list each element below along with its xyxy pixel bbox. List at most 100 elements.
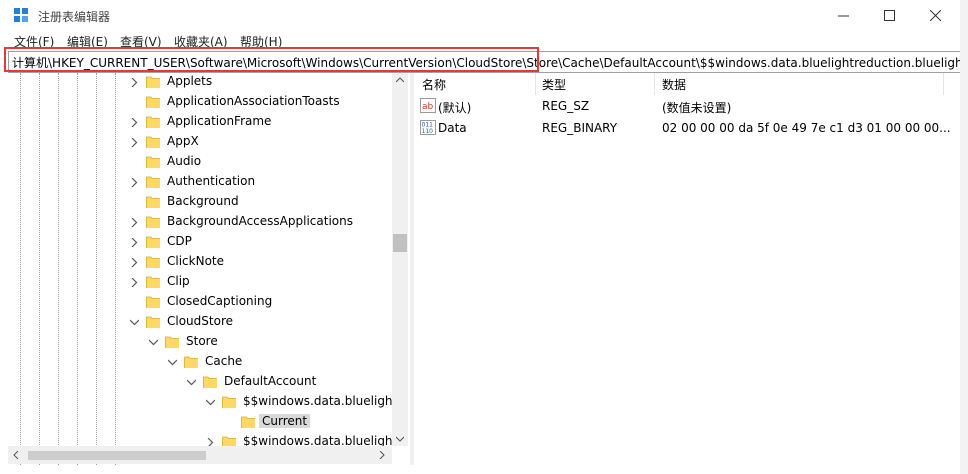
string-value-icon: ab bbox=[420, 98, 436, 113]
tree-item[interactable]: Cache bbox=[8, 352, 393, 372]
tree-item-label: Authentication bbox=[167, 174, 256, 188]
tree-item-label: Store bbox=[186, 334, 218, 348]
title-bar: 注册表编辑器 bbox=[0, 0, 960, 30]
value-data: 02 00 00 00 da 5f 0e 49 7e c1 d3 01 00 0… bbox=[662, 121, 951, 135]
svg-text:110: 110 bbox=[422, 128, 434, 135]
column-divider[interactable] bbox=[943, 73, 944, 95]
tree-horizontal-scroll-thumb[interactable] bbox=[28, 451, 206, 460]
scroll-up-icon[interactable] bbox=[396, 77, 404, 83]
tree-item[interactable]: ClosedCaptioning bbox=[8, 292, 393, 312]
column-header-data[interactable]: 数据 bbox=[662, 76, 686, 98]
tree-item-label: AppX bbox=[167, 134, 199, 148]
svg-text:ab: ab bbox=[422, 102, 434, 112]
column-header-name[interactable]: 名称 bbox=[422, 76, 446, 98]
tree-item-label: CDP bbox=[167, 234, 192, 248]
tree-item-label: Cache bbox=[205, 354, 243, 368]
tree-item[interactable]: Current bbox=[8, 412, 393, 432]
tree-item[interactable]: Store bbox=[8, 332, 393, 352]
folder-icon bbox=[146, 196, 160, 208]
tree-item[interactable]: ClickNote bbox=[8, 252, 393, 272]
folder-icon bbox=[146, 256, 160, 268]
column-divider[interactable] bbox=[535, 73, 536, 95]
folder-icon bbox=[146, 296, 160, 308]
chevron-down-icon[interactable] bbox=[206, 398, 215, 407]
value-name: Data bbox=[438, 121, 467, 135]
chevron-right-icon[interactable] bbox=[130, 78, 139, 87]
folder-open-icon bbox=[146, 316, 160, 328]
tree-item-label: Audio bbox=[167, 154, 202, 168]
scroll-down-icon[interactable] bbox=[396, 436, 404, 442]
highlight-annotation bbox=[4, 47, 539, 72]
tree-item-label: ApplicationFrame bbox=[167, 114, 272, 128]
chevron-right-icon[interactable] bbox=[130, 218, 139, 227]
tree-item-label: ApplicationAssociationToasts bbox=[167, 94, 340, 108]
folder-icon bbox=[146, 96, 160, 108]
binary-value-icon: 011 110 bbox=[420, 120, 436, 135]
folder-icon bbox=[146, 76, 160, 88]
tree-item[interactable]: Authentication bbox=[8, 172, 393, 192]
tree-item[interactable]: ApplicationAssociationToasts bbox=[8, 92, 393, 112]
chevron-right-icon[interactable] bbox=[130, 238, 139, 247]
folder-icon bbox=[241, 416, 255, 428]
minimize-icon bbox=[837, 15, 849, 16]
maximize-button[interactable] bbox=[866, 0, 912, 30]
folder-open-icon bbox=[222, 396, 236, 408]
close-button[interactable] bbox=[912, 0, 958, 30]
tree-item[interactable]: DefaultAccount bbox=[8, 372, 393, 392]
chevron-down-icon[interactable] bbox=[130, 318, 139, 327]
tree-item[interactable]: Audio bbox=[8, 152, 393, 172]
value-type: REG_BINARY bbox=[542, 121, 618, 135]
folder-open-icon bbox=[184, 356, 198, 368]
scroll-right-icon[interactable] bbox=[379, 451, 385, 459]
tree-item-label: Clip bbox=[167, 274, 190, 288]
tree-item[interactable]: Applets bbox=[8, 73, 393, 92]
chevron-right-icon[interactable] bbox=[130, 178, 139, 187]
folder-icon bbox=[146, 276, 160, 288]
window-title: 注册表编辑器 bbox=[38, 10, 111, 24]
tree-vertical-scroll-thumb[interactable] bbox=[393, 234, 407, 252]
tree-item[interactable]: BackgroundAccessApplications bbox=[8, 212, 393, 232]
chevron-down-icon[interactable] bbox=[149, 338, 158, 347]
folder-open-icon bbox=[165, 336, 179, 348]
tree-item[interactable]: CloudStore bbox=[8, 312, 393, 332]
folder-icon bbox=[146, 236, 160, 248]
folder-open-icon bbox=[203, 376, 217, 388]
column-header-type[interactable]: 类型 bbox=[542, 76, 566, 98]
folder-icon bbox=[146, 176, 160, 188]
chevron-down-icon[interactable] bbox=[168, 358, 177, 367]
regedit-window: 注册表编辑器 文件(F) 编辑(E) 查看(V) 收藏夹(A) 帮助(H) 计算… bbox=[0, 0, 968, 474]
tree-item-label: Current bbox=[259, 414, 311, 428]
value-row[interactable]: ab (默认) REG_SZ (数值未设置) bbox=[418, 96, 948, 116]
value-name: (默认) bbox=[438, 101, 472, 115]
value-row[interactable]: 011 110 Data REG_BINARY 02 00 00 00 da 5… bbox=[418, 118, 951, 138]
column-divider[interactable] bbox=[654, 73, 655, 95]
folder-icon bbox=[146, 136, 160, 148]
tree-item[interactable]: Background bbox=[8, 192, 393, 212]
tree-item-label: DefaultAccount bbox=[224, 374, 317, 388]
key-tree[interactable]: Applets ApplicationAssociationToasts Appli… bbox=[8, 73, 408, 465]
tree-item[interactable]: CDP bbox=[8, 232, 393, 252]
value-data: (数值未设置) bbox=[662, 101, 732, 115]
tree-item-label: Applets bbox=[167, 74, 213, 88]
folder-icon bbox=[146, 156, 160, 168]
regedit-app-icon bbox=[14, 8, 28, 22]
tree-item[interactable]: ApplicationFrame bbox=[8, 112, 393, 132]
tree-item-label: ClosedCaptioning bbox=[167, 294, 273, 308]
tree-item-label: $$windows.data.bluelightr bbox=[243, 394, 403, 408]
chevron-right-icon[interactable] bbox=[130, 138, 139, 147]
tree-vertical-scrollbar[interactable] bbox=[392, 73, 408, 446]
tree-item[interactable]: Clip bbox=[8, 272, 393, 292]
background-window-edge bbox=[960, 0, 968, 474]
chevron-right-icon[interactable] bbox=[130, 278, 139, 287]
tree-item-label: ClickNote bbox=[167, 254, 224, 268]
chevron-right-icon[interactable] bbox=[130, 118, 139, 127]
tree-item-label: CloudStore bbox=[167, 314, 233, 328]
folder-icon bbox=[146, 216, 160, 228]
scroll-left-icon[interactable] bbox=[13, 451, 19, 459]
tree-item[interactable]: $$windows.data.bluelightr bbox=[8, 392, 402, 412]
tree-item[interactable]: AppX bbox=[8, 132, 393, 152]
chevron-right-icon[interactable] bbox=[130, 258, 139, 267]
value-type: REG_SZ bbox=[542, 99, 590, 113]
minimize-button[interactable] bbox=[820, 0, 866, 30]
chevron-down-icon[interactable] bbox=[187, 378, 196, 387]
